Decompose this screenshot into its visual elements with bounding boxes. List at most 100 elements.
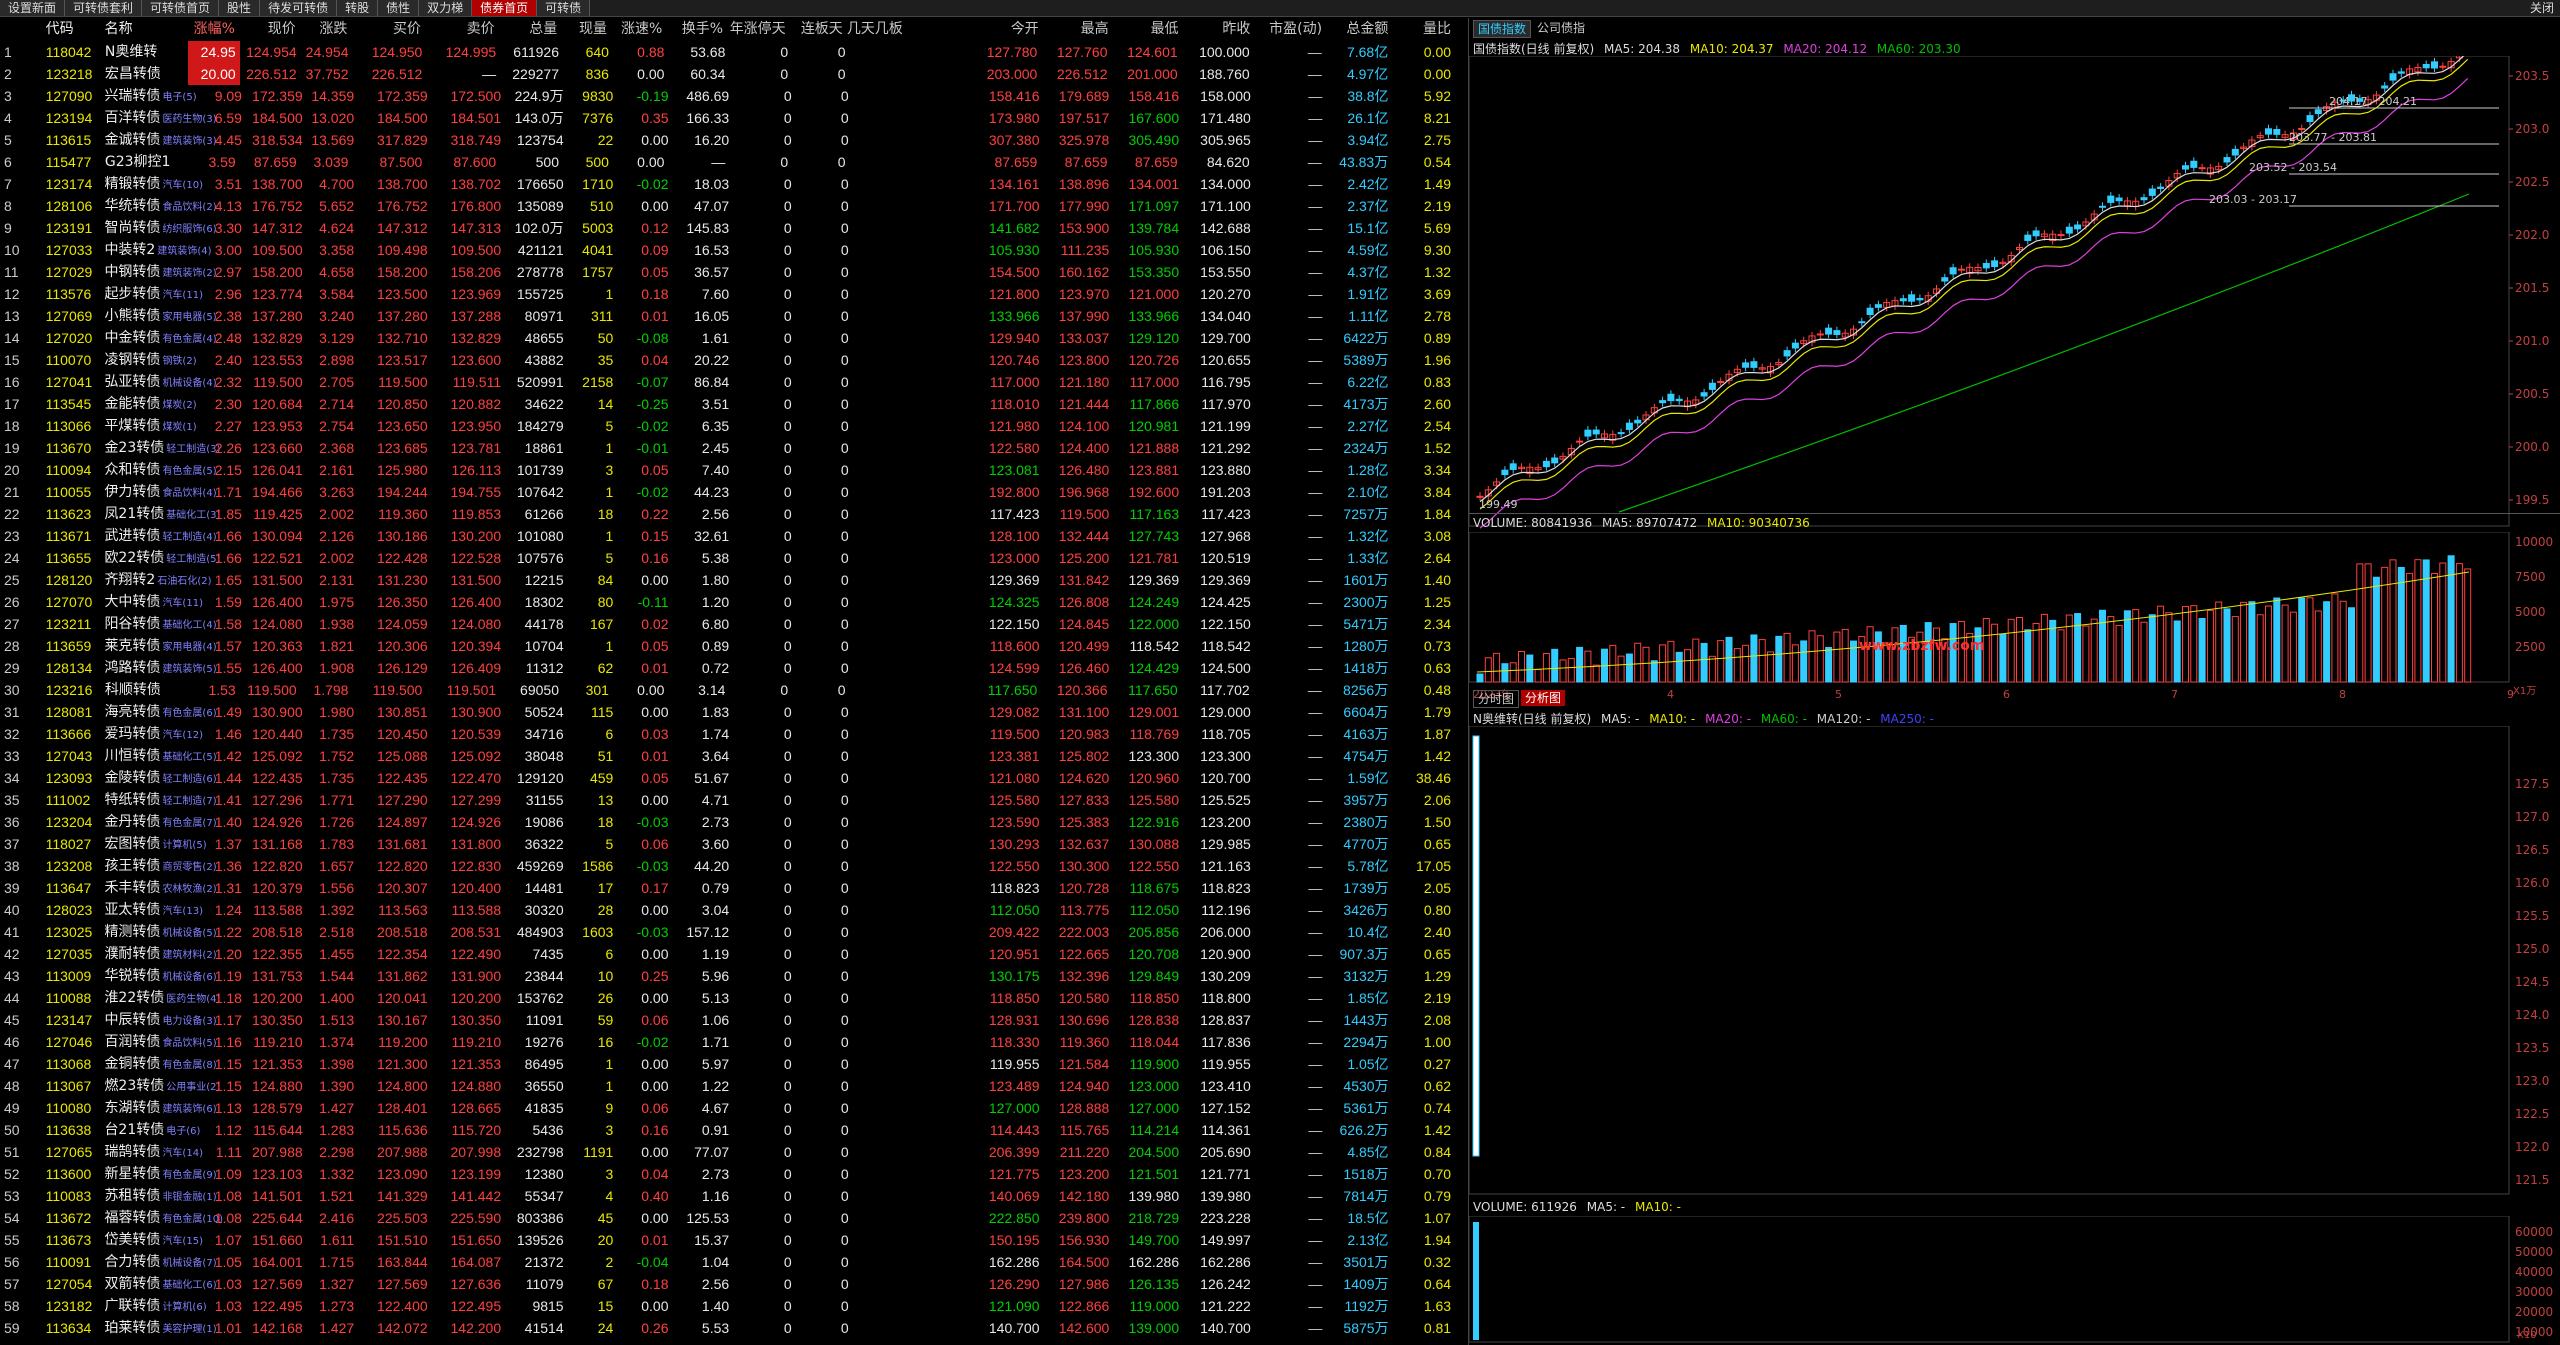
table-row[interactable]: 7 123174 精锻转债 汽车(10) 3.51 138.700 4.700 138.700…: [0, 173, 1455, 195]
table-row[interactable]: 22 113623 凤21转债 基础化工(3) 1.85 119.425 2.002 119.…: [0, 503, 1455, 525]
col-header-2[interactable]: 名称: [105, 18, 188, 41]
tab-0[interactable]: 设置新面: [0, 0, 66, 16]
table-row[interactable]: 56 110091 合力转债 机械设备(7) 1.05 164.001 1.715 163.8…: [0, 1251, 1455, 1273]
col-header-0[interactable]: [0, 18, 34, 41]
tab-8[interactable]: 债券首页: [472, 0, 538, 16]
table-row[interactable]: 8 128106 华统转债 食品饮料(2) 4.13 176.752 5.652 176.75…: [0, 195, 1455, 217]
tab-3[interactable]: 股性: [219, 0, 261, 16]
table-row[interactable]: 44 110088 淮22转债 医药生物(4) 1.18 120.200 1.400 120.…: [0, 987, 1455, 1009]
table-row[interactable]: 18 113066 平煤转债 煤炭(1) 2.27 123.953 2.754 123.650…: [0, 415, 1455, 437]
table-row[interactable]: 20 110094 众和转债 有色金属(5) 2.15 126.041 2.161 125.9…: [0, 459, 1455, 481]
tab-9[interactable]: 可转债: [537, 0, 591, 16]
col-header-13[interactable]: 连板天: [790, 18, 847, 41]
col-header-12[interactable]: 年涨停天: [727, 18, 790, 41]
table-row[interactable]: 23 113671 武进转债 轻工制造(4) 1.66 130.094 2.126 130.1…: [0, 525, 1455, 547]
col-header-6[interactable]: 买价: [351, 18, 425, 41]
table-row[interactable]: 45 123147 中辰转债 电力设备(3) 1.17 130.350 1.513 130.1…: [0, 1009, 1455, 1031]
table-row[interactable]: 58 123182 广联转债 计算机(6) 1.03 122.495 1.273 122.40…: [0, 1295, 1455, 1317]
col-header-14[interactable]: 几天几板: [847, 18, 907, 41]
table-row[interactable]: 6 115477 G23柳控1 3.59 87.659 3.039 87.500 87.600…: [0, 151, 1455, 173]
col-header-15[interactable]: 今开: [907, 18, 1043, 41]
col-header-4[interactable]: 现价: [239, 18, 300, 41]
table-row[interactable]: 40 128023 亚太转债 汽车(13) 1.24 113.588 1.392 113.56…: [0, 899, 1455, 921]
col-header-3[interactable]: 涨幅%: [187, 18, 239, 41]
table-row[interactable]: 17 113545 金能转债 煤炭(2) 2.30 120.684 2.714 120.850…: [0, 393, 1455, 415]
col-header-7[interactable]: 卖价: [425, 18, 499, 41]
table-row[interactable]: 34 123093 金陵转债 轻工制造(6) 1.44 122.435 1.735 122.4…: [0, 767, 1455, 789]
table-row[interactable]: 12 113576 起步转债 汽车(11) 2.96 123.774 3.584 123.50…: [0, 283, 1455, 305]
tab-corp-bond-index[interactable]: 公司债指: [1533, 20, 1589, 36]
tab-2[interactable]: 可转债首页: [142, 0, 220, 16]
table-row[interactable]: 28 113659 莱克转债 家用电器(4) 1.57 120.363 1.821 120.3…: [0, 635, 1455, 657]
table-row[interactable]: 2 123218 宏昌转债 20.00 226.512 37.752 226.512—229…: [0, 63, 1455, 85]
table-row[interactable]: 31 128081 海亮转债 有色金属(6) 1.49 130.900 1.980 130.8…: [0, 701, 1455, 723]
col-header-11[interactable]: 换手%: [666, 18, 727, 41]
col-header-21[interactable]: 量比: [1392, 18, 1455, 41]
col-header-20[interactable]: 总金额: [1326, 18, 1392, 41]
table-row[interactable]: 14 127020 中金转债 有色金属(4) 2.48 132.829 3.129 132.7…: [0, 327, 1455, 349]
table-row[interactable]: 55 113673 岱美转债 汽车(15) 1.07 151.660 1.611 151.51…: [0, 1229, 1455, 1251]
table-row[interactable]: 33 127043 川恒转债 基础化工(5) 1.42 125.092 1.752 125.0…: [0, 745, 1455, 767]
table-row[interactable]: 5 113615 金诚转债 建筑装饰(3) 4.45 318.534 13.569 317.8…: [0, 129, 1455, 151]
table-row[interactable]: 37 118027 宏图转债 计算机(5) 1.37 131.168 1.783 131.68…: [0, 833, 1455, 855]
table-row[interactable]: 59 113634 珀莱转债 美容护理(1) 1.01 142.168 1.427 142.0…: [0, 1317, 1455, 1339]
col-header-16[interactable]: 最高: [1043, 18, 1113, 41]
table-row[interactable]: 19 113670 金23转债 轻工制造(3) 2.26 123.660 2.368 123.…: [0, 437, 1455, 459]
table-row[interactable]: 54 113672 福蓉转债 有色金属(10) 1.08 225.644 2.416 225.…: [0, 1207, 1455, 1229]
table-row[interactable]: 46 127046 百润转债 食品饮料(5) 1.16 119.210 1.374 119.2…: [0, 1031, 1455, 1053]
col-header-8[interactable]: 总量: [499, 18, 562, 41]
table-row[interactable]: 13 127069 小熊转债 家用电器(5) 2.38 137.280 3.240 137.2…: [0, 305, 1455, 327]
table-row[interactable]: 57 127054 双箭转债 基础化工(6) 1.03 127.569 1.327 127.5…: [0, 1273, 1455, 1295]
stock-volume-chart[interactable]: 600005000040000300002000010000X10: [1469, 1216, 2560, 1344]
table-row[interactable]: 1 118042 N奥维转 24.95 124.954 24.954 124.950 124.…: [0, 41, 1455, 63]
table-row[interactable]: 51 127065 瑞鹄转债 汽车(14) 1.11 207.988 2.298 207.98…: [0, 1141, 1455, 1163]
index-volume-chart[interactable]: 100007500500025002023年 4 5 6 7 8 9 X1万www.zbzfw…: [1469, 532, 2560, 707]
table-row[interactable]: 15 110070 凌钢转债 钢铁(2) 2.40 123.553 2.898 123.517…: [0, 349, 1455, 371]
table-row[interactable]: 42 127035 濮耐转债 建筑材料(2) 1.20 122.355 1.455 122.3…: [0, 943, 1455, 965]
tab-4[interactable]: 待发可转债: [260, 0, 338, 16]
table-row[interactable]: 30 123216 科顺转债 1.53 119.500 1.798 119.500 119.5…: [0, 679, 1455, 701]
table-row[interactable]: 36 123204 金丹转债 有色金属(7) 1.40 124.926 1.726 124.8…: [0, 811, 1455, 833]
col-header-1[interactable]: 代码: [34, 18, 105, 41]
col-header-5[interactable]: 涨跌: [300, 18, 352, 41]
table-row[interactable]: 53 110083 苏租转债 非银金融(1) 1.08 141.501 1.521 141.3…: [0, 1185, 1455, 1207]
table-row[interactable]: 27 123211 阳谷转债 基础化工(4) 1.58 124.080 1.938 124.0…: [0, 613, 1455, 635]
col-header-19[interactable]: 市盈(动): [1254, 18, 1326, 41]
table-row[interactable]: 24 113655 欧22转债 轻工制造(5) 1.66 122.521 2.002 122.…: [0, 547, 1455, 569]
table-row[interactable]: 29 128134 鸿路转债 建筑装饰(5) 1.55 126.400 1.908 126.1…: [0, 657, 1455, 679]
table-row[interactable]: 50 113638 台21转债 电子(6) 1.12 115.644 1.283 115.63…: [0, 1119, 1455, 1141]
col-header-9[interactable]: 现量: [561, 18, 611, 41]
tab-7[interactable]: 双力梯: [419, 0, 473, 16]
table-row[interactable]: 35 111002 特纸转债 轻工制造(7) 1.41 127.296 1.771 127.2…: [0, 789, 1455, 811]
tab-analysis-chart[interactable]: 分析图: [1521, 690, 1566, 706]
tab-6[interactable]: 债性: [378, 0, 420, 16]
table-row[interactable]: 9 123191 智尚转债 纺织服饰(6) 3.30 147.312 4.624 147.31…: [0, 217, 1455, 239]
table-row[interactable]: 48 113067 燃23转债 公用事业(2) 1.15 124.880 1.390 124.…: [0, 1075, 1455, 1097]
table-row[interactable]: 49 110080 东湖转债 建筑装饰(6) 1.13 128.579 1.427 128.4…: [0, 1097, 1455, 1119]
tab-tick-chart[interactable]: 分时图: [1473, 690, 1520, 708]
table-row[interactable]: 3 127090 兴瑞转债 电子(5) 9.09 172.359 14.359 172.359…: [0, 85, 1455, 107]
tab-5[interactable]: 转股: [337, 0, 379, 16]
table-row[interactable]: 47 113068 金铜转债 有色金属(8) 1.15 121.353 1.398 121.3…: [0, 1053, 1455, 1075]
col-header-17[interactable]: 最低: [1113, 18, 1183, 41]
table-row[interactable]: 26 127070 大中转债 汽车(11) 1.59 126.400 1.975 126.35…: [0, 591, 1455, 613]
table-row[interactable]: 52 113600 新星转债 有色金属(9) 1.09 123.103 1.332 123.0…: [0, 1163, 1455, 1185]
table-row[interactable]: 25 128120 齐翔转2 石油石化(2) 1.65 131.500 2.131 131.2…: [0, 569, 1455, 591]
table-row[interactable]: 43 113009 华锐转债 机械设备(6) 1.19 131.753 1.544 131.8…: [0, 965, 1455, 987]
close-button[interactable]: 关闭: [2530, 0, 2554, 17]
tab-bond-index[interactable]: 国债指数: [1473, 20, 1532, 38]
table-row[interactable]: 16 127041 弘亚转债 机械设备(4) 2.32 119.500 2.705 119.5…: [0, 371, 1455, 393]
table-row[interactable]: 39 113647 禾丰转债 农林牧渔(2) 1.31 120.379 1.556 120.3…: [0, 877, 1455, 899]
col-header-10[interactable]: 涨速%: [611, 18, 666, 41]
table-row[interactable]: 32 113666 爱玛转债 汽车(12) 1.46 120.440 1.735 120.45…: [0, 723, 1455, 745]
table-row[interactable]: 10 127033 中装转2 建筑装饰(4) 3.00 109.500 3.358 109.4…: [0, 239, 1455, 261]
col-header-18[interactable]: 昨收: [1183, 18, 1255, 41]
table-row[interactable]: 21 110055 伊力转债 食品饮料(4) 1.71 194.466 3.263 194.2…: [0, 481, 1455, 503]
table-row[interactable]: 41 123025 精测转债 机械设备(5) 1.22 208.518 2.518 208.5…: [0, 921, 1455, 943]
table-row[interactable]: 11 127029 中钢转债 建筑装饰(2) 2.97 158.200 4.658 158.2…: [0, 261, 1455, 283]
stock-kline-chart[interactable]: 127.5127.0126.5126.0125.5125.0124.5124.0…: [1469, 726, 2560, 1196]
tab-1[interactable]: 可转债套利: [65, 0, 143, 16]
table-row[interactable]: 38 123208 孩王转债 商贸零售(2) 1.36 122.820 1.657 122.8…: [0, 855, 1455, 877]
table-row[interactable]: 4 123194 百洋转债 医药生物(3) 6.59 184.500 13.020 184.5…: [0, 107, 1455, 129]
index-kline-chart[interactable]: 203.5203.0202.5202.0201.5201.0200.5200.0…: [1469, 56, 2560, 531]
